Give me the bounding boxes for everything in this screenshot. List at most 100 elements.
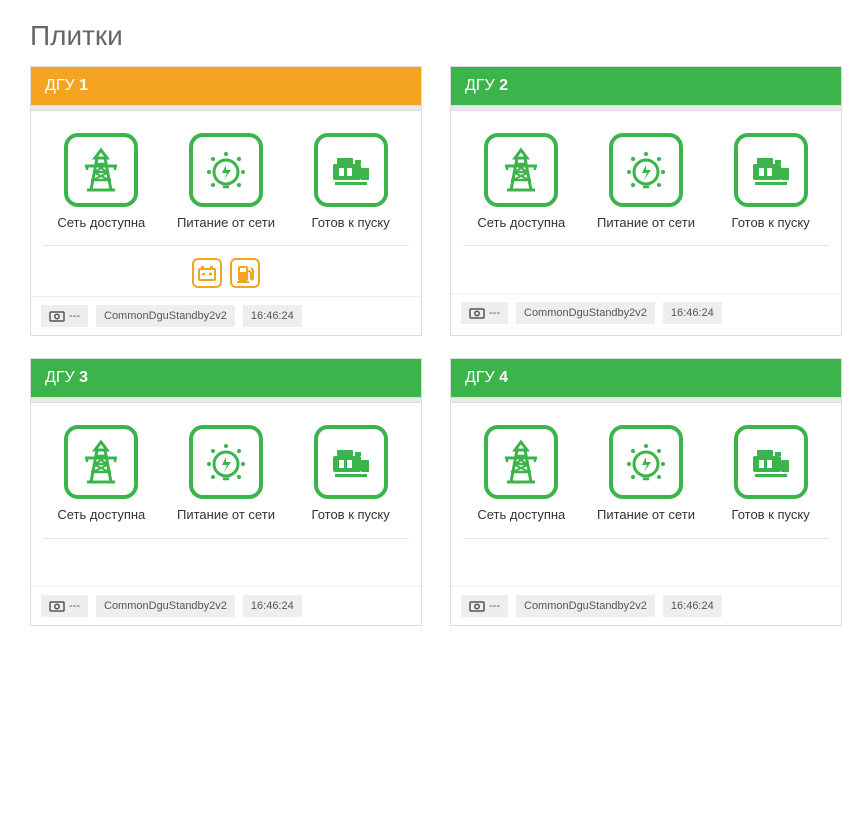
tile-title-prefix: ДГУ	[45, 77, 75, 94]
tile-body: Сеть доступна Питание от сети Готов к пу…	[451, 403, 841, 585]
tile-title-number: 1	[79, 77, 88, 94]
tiles-grid: ДГУ 1 Сеть доступна Питание от сети	[30, 66, 814, 626]
power-tower-icon	[64, 425, 138, 499]
status-label: Сеть доступна	[46, 215, 156, 231]
money-chip[interactable]: ---	[461, 595, 508, 617]
status-label: Готов к пуску	[296, 507, 406, 523]
money-icon	[469, 599, 485, 613]
dgu-tile[interactable]: ДГУ 1 Сеть доступна Питание от сети	[30, 66, 422, 336]
money-value: ---	[69, 310, 80, 322]
status-ready: Готов к пуску	[716, 425, 826, 523]
status-power: Питание от сети	[591, 133, 701, 231]
status-label: Готов к пуску	[716, 215, 826, 231]
layout-name: CommonDguStandby2v2	[104, 600, 227, 612]
money-icon	[49, 599, 65, 613]
status-net: Сеть доступна	[46, 425, 156, 523]
money-value: ---	[69, 600, 80, 612]
money-icon	[469, 306, 485, 320]
tile-header: ДГУ 1	[31, 67, 421, 105]
status-power: Питание от сети	[171, 425, 281, 523]
money-chip[interactable]: ---	[41, 595, 88, 617]
power-tower-icon	[484, 133, 558, 207]
time-value: 16:46:24	[671, 307, 714, 319]
dgu-tile[interactable]: ДГУ 2 Сеть доступна Питание от сети	[450, 66, 842, 336]
tile-footer: --- CommonDguStandby2v2 16:46:24	[451, 586, 841, 625]
tile-title-number: 4	[499, 369, 508, 386]
status-ready: Готов к пуску	[296, 425, 406, 523]
tile-header: ДГУ 3	[31, 359, 421, 397]
generator-icon	[734, 133, 808, 207]
tile-body: Сеть доступна Питание от сети Готов к пу…	[31, 403, 421, 585]
money-chip[interactable]: ---	[41, 305, 88, 327]
status-label: Сеть доступна	[466, 215, 576, 231]
money-icon	[49, 309, 65, 323]
page-title: Плитки	[30, 20, 814, 52]
tile-title-prefix: ДГУ	[465, 77, 495, 94]
power-tower-icon	[484, 425, 558, 499]
generator-icon	[314, 425, 388, 499]
time-value: 16:46:24	[251, 310, 294, 322]
dgu-tile[interactable]: ДГУ 3 Сеть доступна Питание от сети	[30, 358, 422, 625]
layout-chip[interactable]: CommonDguStandby2v2	[516, 302, 655, 324]
generator-icon	[734, 425, 808, 499]
tile-title-number: 2	[499, 77, 508, 94]
dgu-tile[interactable]: ДГУ 4 Сеть доступна Питание от сети	[450, 358, 842, 625]
generator-icon	[314, 133, 388, 207]
time-chip[interactable]: 16:46:24	[243, 305, 302, 327]
status-net: Сеть доступна	[466, 133, 576, 231]
status-label: Сеть доступна	[46, 507, 156, 523]
bulb-icon	[609, 425, 683, 499]
money-value: ---	[489, 600, 500, 612]
time-value: 16:46:24	[671, 600, 714, 612]
warnings-row	[463, 538, 829, 578]
layout-name: CommonDguStandby2v2	[524, 600, 647, 612]
status-row: Сеть доступна Питание от сети Готов к пу…	[43, 133, 409, 231]
tile-header: ДГУ 4	[451, 359, 841, 397]
status-label: Готов к пуску	[716, 507, 826, 523]
tile-title-number: 3	[79, 369, 88, 386]
battery-warning-icon	[192, 258, 222, 288]
bulb-icon	[189, 425, 263, 499]
tile-body: Сеть доступна Питание от сети Готов к пу…	[31, 111, 421, 296]
tile-title-prefix: ДГУ	[465, 369, 495, 386]
warnings-row	[463, 245, 829, 285]
status-row: Сеть доступна Питание от сети Готов к пу…	[463, 133, 829, 231]
warnings-row	[43, 245, 409, 288]
fuel-warning-icon	[230, 258, 260, 288]
status-row: Сеть доступна Питание от сети Готов к пу…	[463, 425, 829, 523]
status-label: Питание от сети	[591, 507, 701, 523]
bulb-icon	[609, 133, 683, 207]
status-label: Сеть доступна	[466, 507, 576, 523]
status-label: Питание от сети	[171, 215, 281, 231]
status-label: Питание от сети	[591, 215, 701, 231]
layout-name: CommonDguStandby2v2	[104, 310, 227, 322]
status-ready: Готов к пуску	[296, 133, 406, 231]
status-label: Питание от сети	[171, 507, 281, 523]
bulb-icon	[189, 133, 263, 207]
tile-body: Сеть доступна Питание от сети Готов к пу…	[451, 111, 841, 293]
status-ready: Готов к пуску	[716, 133, 826, 231]
warnings-row	[43, 538, 409, 578]
power-tower-icon	[64, 133, 138, 207]
status-net: Сеть доступна	[46, 133, 156, 231]
tile-footer: --- CommonDguStandby2v2 16:46:24	[451, 293, 841, 332]
money-chip[interactable]: ---	[461, 302, 508, 324]
layout-chip[interactable]: CommonDguStandby2v2	[516, 595, 655, 617]
time-chip[interactable]: 16:46:24	[663, 302, 722, 324]
time-chip[interactable]: 16:46:24	[663, 595, 722, 617]
time-value: 16:46:24	[251, 600, 294, 612]
tile-header: ДГУ 2	[451, 67, 841, 105]
layout-chip[interactable]: CommonDguStandby2v2	[96, 595, 235, 617]
layout-name: CommonDguStandby2v2	[524, 307, 647, 319]
layout-chip[interactable]: CommonDguStandby2v2	[96, 305, 235, 327]
status-power: Питание от сети	[591, 425, 701, 523]
tile-footer: --- CommonDguStandby2v2 16:46:24	[31, 586, 421, 625]
money-value: ---	[489, 307, 500, 319]
status-row: Сеть доступна Питание от сети Готов к пу…	[43, 425, 409, 523]
tile-title-prefix: ДГУ	[45, 369, 75, 386]
tile-footer: --- CommonDguStandby2v2 16:46:24	[31, 296, 421, 335]
status-net: Сеть доступна	[466, 425, 576, 523]
status-power: Питание от сети	[171, 133, 281, 231]
status-label: Готов к пуску	[296, 215, 406, 231]
time-chip[interactable]: 16:46:24	[243, 595, 302, 617]
